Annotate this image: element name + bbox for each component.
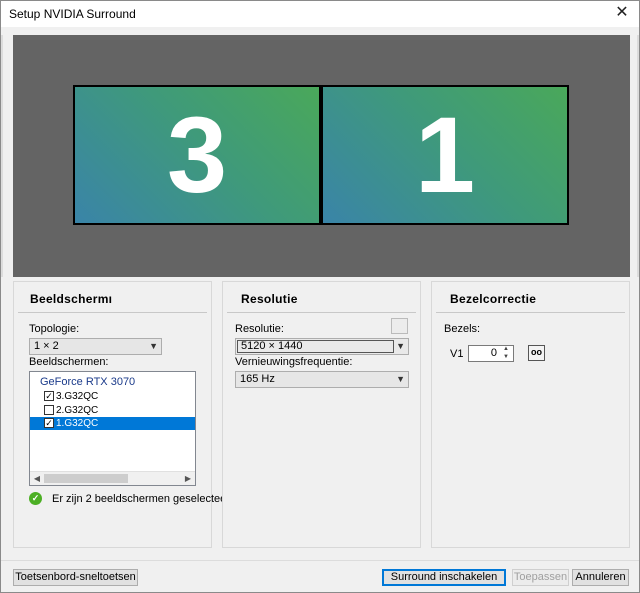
- displays-label: Beeldschermen:: [29, 356, 109, 368]
- gpu-node[interactable]: GeForce RTX 3070: [40, 376, 135, 388]
- left-edge: [1, 35, 3, 277]
- display-item-1[interactable]: ✓ 1.G32QC: [30, 417, 195, 430]
- v1-value: 0: [490, 347, 497, 359]
- panel-title: Bezelcorrectie: [450, 292, 537, 306]
- display-item-3[interactable]: ✓ 3.G32QC: [30, 390, 195, 403]
- bezelcorrectie-panel: Bezelcorrectie: [431, 281, 630, 548]
- checkbox-unchecked-icon[interactable]: [44, 405, 54, 415]
- topology-label: Topologie:: [29, 323, 80, 335]
- chevron-down-icon: ▼: [396, 374, 405, 384]
- resolution-select[interactable]: 5120 × 1440 ▼: [235, 338, 409, 355]
- check-circle-icon: ✓: [29, 492, 42, 505]
- divider: [18, 312, 207, 313]
- enable-surround-button[interactable]: Surround inschakelen: [382, 569, 506, 586]
- refresh-rate-select[interactable]: 165 Hz ▼: [235, 371, 409, 388]
- refresh-label: Vernieuwingsfrequentie:: [235, 356, 353, 368]
- spin-down-icon[interactable]: ▼: [500, 354, 512, 361]
- add-resolution-icon[interactable]: [391, 318, 408, 334]
- spin-up-icon[interactable]: ▲: [500, 346, 512, 353]
- scroll-right-icon[interactable]: ▶: [181, 472, 195, 485]
- panel-title: Resolutie: [241, 292, 298, 306]
- display-item-label: 2.G32QC: [56, 405, 99, 416]
- checkbox-checked-icon[interactable]: ✓: [44, 418, 54, 428]
- v1-label: V1: [450, 348, 464, 360]
- panel-title: Beeldschermı: [30, 292, 113, 306]
- divider: [436, 312, 625, 313]
- close-icon[interactable]: ✕: [605, 1, 639, 27]
- divider: [227, 312, 416, 313]
- display-tile-3[interactable]: 3: [73, 85, 321, 225]
- chevron-down-icon: ▼: [396, 341, 405, 351]
- display-arrangement-canvas: 3 1: [13, 35, 630, 277]
- horizontal-scrollbar[interactable]: ◀ ▶: [30, 471, 195, 485]
- keyboard-shortcuts-button[interactable]: Toetsenbord-sneltoetsen: [13, 569, 138, 586]
- display-number: 1: [414, 94, 476, 215]
- surround-setup-window: Setup NVIDIA Surround ✕ 3 1 Beeldschermı…: [0, 0, 640, 593]
- chevron-down-icon: ▼: [149, 341, 158, 351]
- display-item-2[interactable]: 2.G32QC: [30, 404, 195, 417]
- link-bezels-icon[interactable]: oo: [528, 345, 545, 361]
- window-title: Setup NVIDIA Surround: [9, 7, 136, 21]
- display-tile-1[interactable]: 1: [321, 85, 569, 225]
- displays-tree[interactable]: GeForce RTX 3070 ✓ 3.G32QC 2.G32QC ✓ 1.G…: [29, 371, 196, 486]
- apply-button[interactable]: Toepassen: [512, 569, 569, 586]
- resolution-label: Resolutie:: [235, 323, 284, 335]
- title-bar: Setup NVIDIA Surround ✕: [1, 1, 639, 27]
- topology-select[interactable]: 1 × 2 ▼: [29, 338, 162, 355]
- selection-status: Er zijn 2 beeldschermen geselecteerd.: [52, 493, 240, 505]
- bezels-label: Bezels:: [444, 323, 481, 335]
- display-number: 3: [166, 94, 228, 215]
- display-item-label: 1.G32QC: [56, 418, 99, 429]
- topology-value: 1 × 2: [34, 340, 59, 352]
- refresh-value: 165 Hz: [240, 373, 275, 385]
- resolution-value: 5120 × 1440: [237, 340, 394, 353]
- checkbox-checked-icon[interactable]: ✓: [44, 391, 54, 401]
- scrollbar-thumb[interactable]: [44, 474, 128, 483]
- display-item-label: 3.G32QC: [56, 391, 99, 402]
- right-edge: [637, 35, 639, 277]
- footer-divider: [1, 560, 639, 561]
- scroll-left-icon[interactable]: ◀: [30, 472, 44, 485]
- cancel-button[interactable]: Annuleren: [572, 569, 629, 586]
- v1-bezel-spinner[interactable]: 0 ▲ ▼: [468, 345, 514, 362]
